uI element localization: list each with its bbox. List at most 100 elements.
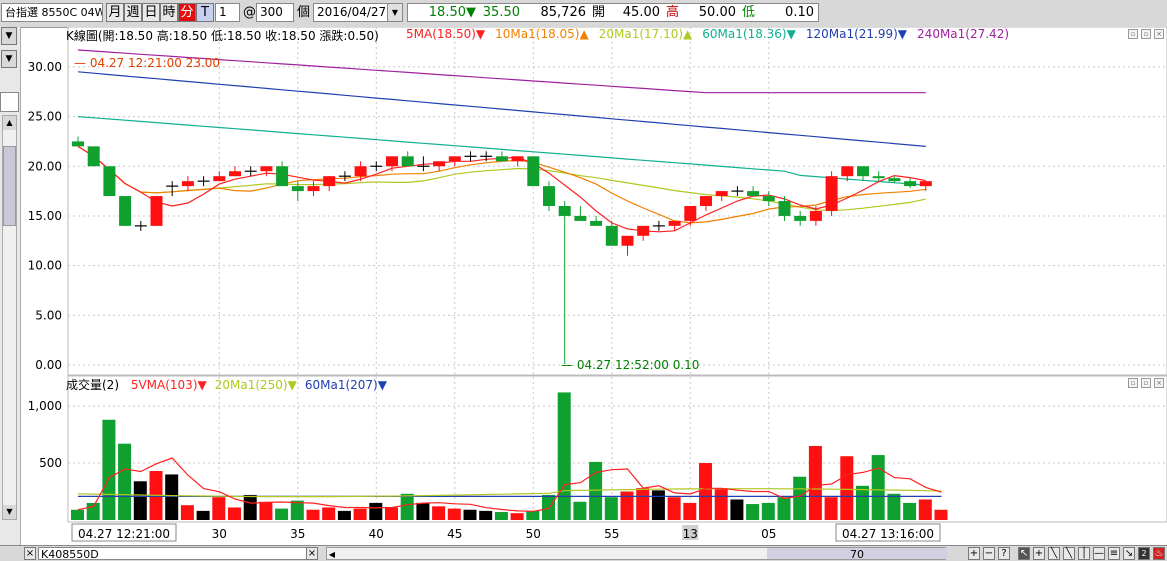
line-tool-icon[interactable]: ╲ [1063, 547, 1075, 560]
candle-body [825, 176, 838, 211]
bottom-bar: × K408550D × ◀ 70 + − ? ↖ + ╲ ╲ │ — ≡ ↘ … [0, 545, 1167, 561]
period-hour-button[interactable]: 時 [160, 3, 178, 22]
candle-body [181, 181, 194, 187]
toolbar: 台指選 8550C 04W4 月 週 日 時 分 T 1 @ 300 個 201… [0, 0, 1167, 28]
minus-icon[interactable]: − [983, 547, 995, 560]
ma-legend-item: 5MA(18.50)▼ [406, 27, 486, 41]
ma-legend-item: 60Ma1(18.36)▼ [702, 27, 796, 41]
x-tick-label: 30 [212, 527, 227, 541]
x-end-label: 04.27 13:16:00 [842, 527, 934, 541]
left-toolbar: ▼ ▼ ▲ ▼ [0, 27, 21, 545]
close-panel-icon[interactable]: × [1154, 29, 1164, 39]
change-value: 35.50 [482, 5, 520, 20]
period-day-button[interactable]: 日 [142, 3, 160, 22]
candle-body [590, 220, 603, 226]
volume-bar [102, 419, 116, 520]
candle-body [386, 156, 398, 167]
volume-bar [306, 509, 320, 520]
candle-body [150, 196, 163, 226]
candle-body [904, 181, 917, 187]
period-month-button[interactable]: 月 [106, 3, 124, 22]
x-tick-label: 35 [290, 527, 305, 541]
question-icon[interactable]: ? [998, 547, 1010, 560]
vertical-scrollbar[interactable]: ▲ ▼ [2, 115, 17, 520]
period-tick-button[interactable]: T [196, 3, 214, 22]
candle-body [87, 146, 100, 167]
x-start-label: 04.27 12:21:00 [78, 527, 170, 541]
layout-tool-icon[interactable]: 2 [1138, 547, 1150, 560]
price-y-label: 30.00 [28, 60, 62, 74]
maximize-panel-icon[interactable]: ▫ [1141, 29, 1151, 39]
candle-body [558, 206, 571, 216]
interval-input[interactable]: 1 [215, 3, 240, 22]
candle-body [213, 176, 226, 182]
candle-body [574, 215, 587, 221]
candle-body [684, 206, 697, 221]
hline-tool-icon[interactable]: — [1093, 547, 1105, 560]
color-swatch[interactable] [0, 92, 19, 112]
line-tool-icon[interactable]: ╲ [1048, 547, 1060, 560]
candle-body [621, 235, 634, 246]
chart-area[interactable]: 30.00 25.00 20.00 15.00 10.00 5.00 0.00 1,000 50… [20, 27, 1167, 545]
zoom-value[interactable]: 70 [767, 548, 947, 561]
close-panel-icon[interactable]: × [1154, 378, 1164, 388]
volume-bar [557, 392, 571, 520]
volume-bar [542, 494, 555, 520]
x-tick-label: 45 [447, 527, 462, 541]
volume-bar [903, 502, 917, 520]
low-annotation: — 04.27 12:52:00 0.10 [561, 358, 699, 372]
symbol-field[interactable]: 台指選 8550C 04W4 [1, 3, 103, 22]
period-week-button[interactable]: 週 [124, 3, 142, 22]
volume-bar [212, 497, 226, 520]
x-tick-label: 55 [604, 527, 619, 541]
minimize-panel-icon[interactable]: ▫ [1128, 378, 1138, 388]
chevron-left-icon[interactable]: ◀ [327, 548, 337, 559]
close-icon[interactable]: × [24, 547, 36, 560]
crosshair-tool-icon[interactable]: + [1033, 547, 1045, 560]
pointer-tool-icon[interactable]: ↖ [1018, 547, 1030, 560]
volume-bar [385, 507, 398, 520]
horizontal-scrollbar[interactable]: ◀ 70 [326, 547, 947, 561]
period-minute-button[interactable]: 分 [178, 3, 196, 22]
minimize-panel-icon[interactable]: ▫ [1128, 29, 1138, 39]
price-y-label: 15.00 [28, 209, 62, 223]
high-label: 高 [665, 5, 679, 20]
volume-bar [699, 463, 712, 520]
candle-body [715, 191, 728, 197]
count-unit: 個 [297, 5, 311, 20]
volume-bar [651, 490, 665, 520]
close-icon[interactable]: × [306, 547, 318, 560]
ruler-tool-icon[interactable]: ↘ [1123, 547, 1135, 560]
volume-bar [510, 513, 524, 520]
alert-tool-icon[interactable]: ♨ [1153, 547, 1165, 560]
volume-bar [463, 509, 477, 520]
chevron-down-icon[interactable]: ▼ [387, 4, 402, 21]
count-input[interactable]: 300 [256, 3, 294, 22]
candle-body [872, 176, 885, 179]
chevron-up-icon[interactable]: ▲ [3, 116, 16, 130]
chevron-down-icon[interactable]: ▼ [1, 27, 17, 45]
x-tick-label: 50 [526, 527, 541, 541]
chevron-down-icon[interactable]: ▼ [1, 50, 17, 68]
maximize-panel-icon[interactable]: ▫ [1141, 378, 1151, 388]
tab-k408550d[interactable]: K408550D [38, 547, 318, 561]
candle-body [260, 166, 273, 172]
candle-body [103, 166, 116, 197]
low-annotation-text: 04.27 12:52:00 0.10 [576, 358, 700, 372]
vline-tool-icon[interactable]: │ [1078, 547, 1090, 560]
volume-bar [573, 501, 587, 520]
volume-bar [118, 443, 132, 520]
volume-bar [887, 493, 901, 520]
chevron-down-icon[interactable]: ▼ [3, 505, 16, 519]
volume-legend-row: 成交量(2) 5VMA(103)▼ 20Ma1(250)▼ 60Ma1(207)▼ [66, 376, 387, 393]
volume-legend-item: 20Ma1(250)▼ [214, 378, 297, 392]
candle-body [401, 156, 414, 167]
candle-body [637, 225, 650, 236]
chart-canvas[interactable]: 30.00 25.00 20.00 15.00 10.00 5.00 0.00 1,000 50… [20, 27, 1167, 545]
plus-icon[interactable]: + [968, 547, 980, 560]
x-tick-label: 05 [761, 527, 776, 541]
date-select[interactable]: 2016/04/27 ▼ [313, 3, 403, 22]
scrollbar-thumb[interactable] [3, 146, 16, 226]
pattern-tool-icon[interactable]: ≡ [1108, 547, 1120, 560]
candle-body [778, 201, 791, 216]
